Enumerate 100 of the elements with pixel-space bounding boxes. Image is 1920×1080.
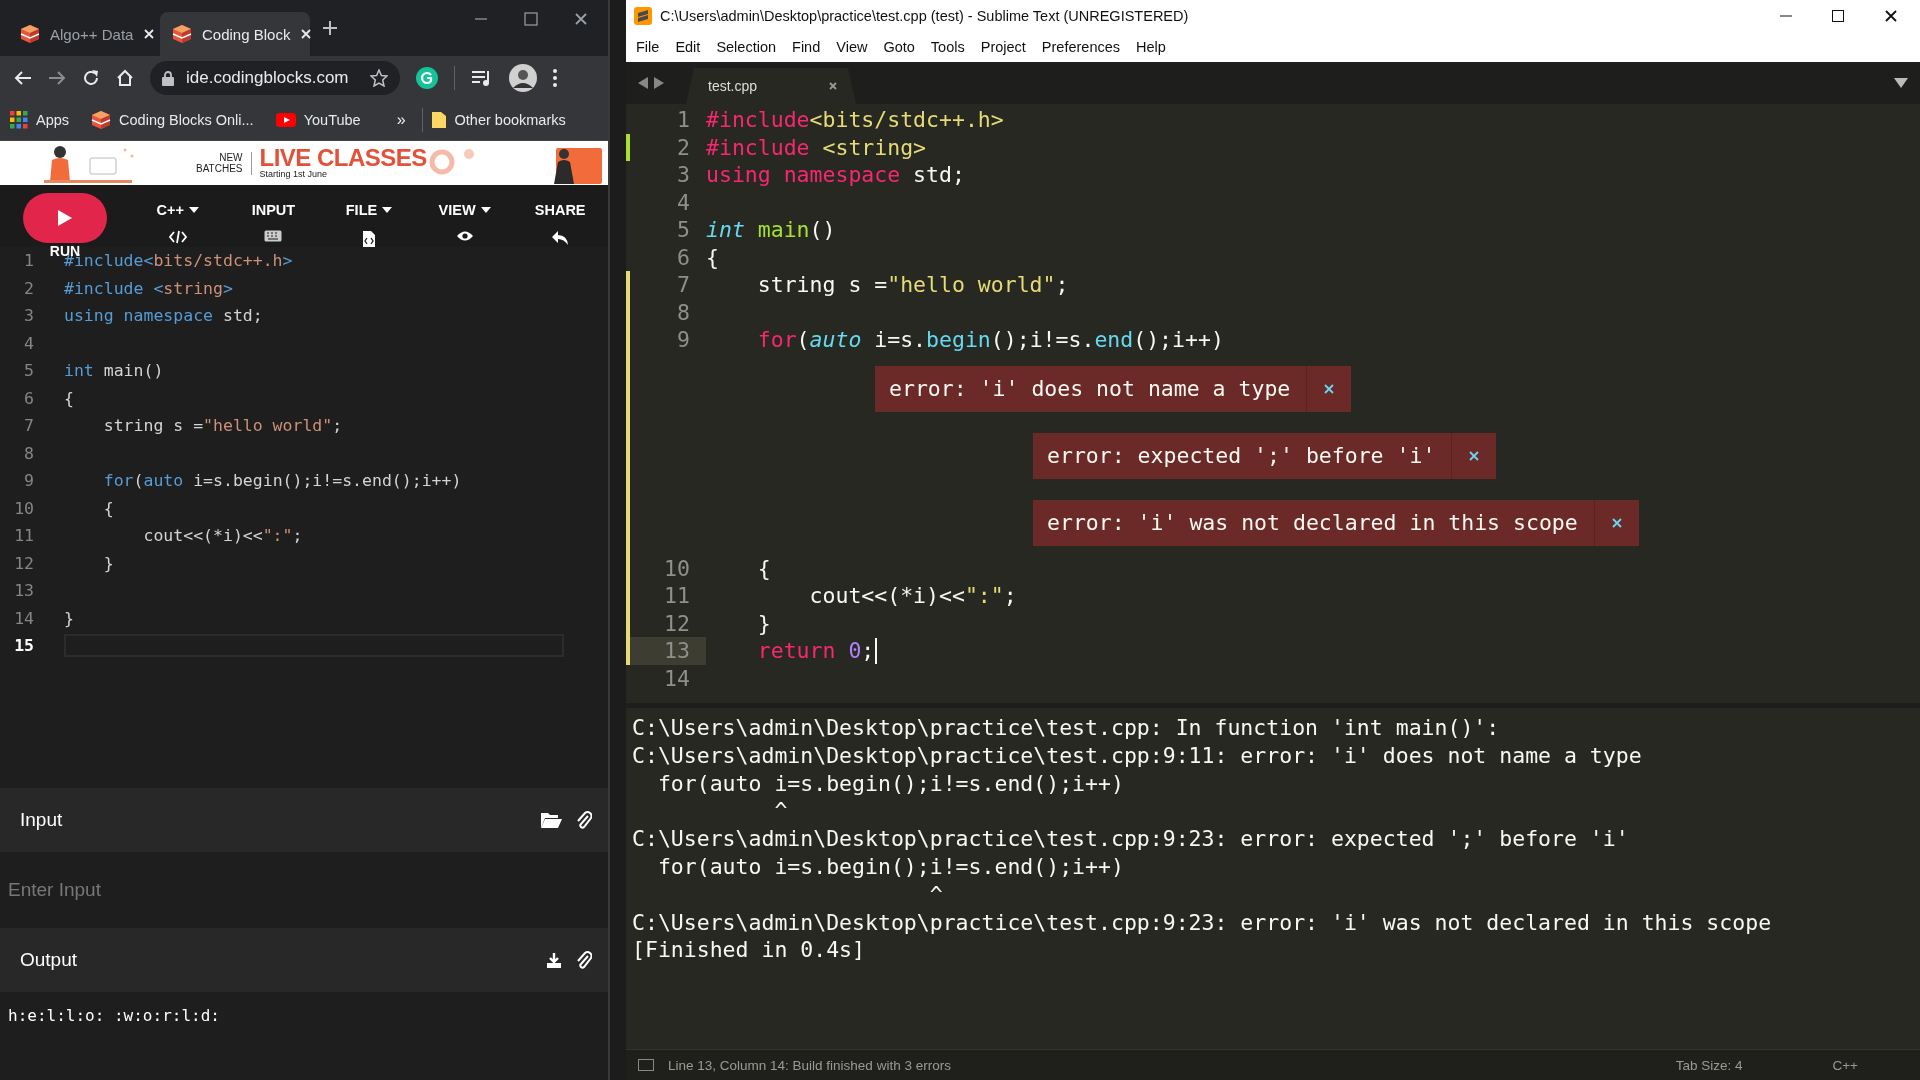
home-icon[interactable] [116,69,134,87]
back-arrow-icon[interactable] [14,70,32,86]
line-number: 9 [23,471,34,491]
inline-error-message: error: 'i' does not name a type [875,365,1352,412]
code-line: for(auto i=s.begin();i!=s.end();i++) [756,327,1224,353]
menu-item[interactable]: Edit [667,35,709,59]
code-line: #include <string> [64,278,233,298]
reply-arrow-icon [551,230,570,246]
editor-tab[interactable]: test.cpp [686,68,856,104]
extension-icon[interactable] [416,67,438,89]
keyboard-icon [264,230,283,242]
run-button[interactable] [23,193,107,243]
code-line: { [756,555,771,581]
panel-title: Input [20,809,64,831]
address-bar[interactable]: ide.codingblocks.com [150,61,400,95]
status-message: Line 13, Column 14: Build finished with 3 errors [668,1057,952,1073]
toolbar-menu-button[interactable]: C++ [130,185,226,245]
menu-item[interactable]: View [828,35,876,59]
line-number: 5 [23,361,34,381]
line-number: 2 [676,134,690,160]
window-title: C:\Users\admin\Desktop\practice\test.cpp (test) - Sublime Text (UNREGISTERED) [660,8,1190,24]
menu-item[interactable]: Selection [708,35,785,59]
folder-icon [430,111,447,129]
eye-icon [455,230,474,242]
open-folder-icon[interactable] [540,811,562,829]
code-line: { [102,498,114,518]
tab-forward-icon[interactable] [654,77,664,89]
line-number: 7 [676,272,690,298]
advertisement-banner[interactable]: NEW BATCHES LIVE CLASSES Starting 1st June [0,141,608,185]
line-number: 11 [13,526,34,546]
bookmark[interactable]: Coding Blocks Onli... [91,110,254,130]
favicon-icon [172,24,192,44]
play-logo-icon [275,113,296,127]
code-line: using namespace std; [706,162,965,188]
close-icon[interactable] [1884,9,1898,23]
code-line: return 0; [756,638,875,664]
menu-item[interactable]: Preferences [1033,35,1129,59]
line-number: 6 [676,244,690,270]
line-number: 11 [663,583,690,609]
syntax-indicator[interactable]: C++ [1832,1057,1858,1073]
menu-item[interactable]: Tools [922,35,973,59]
avatar-icon[interactable] [509,64,537,92]
code-line: string s ="hello world"; [756,272,1069,298]
menu-item[interactable]: Project [972,35,1034,59]
line-number: 7 [23,416,34,436]
line-number: 1 [676,107,690,133]
caret-icon [189,207,199,213]
bookmark[interactable]: YouTube [275,112,361,128]
paperclip-icon[interactable] [576,810,592,830]
menu-item[interactable]: File [628,35,668,59]
line-number: 4 [23,333,34,353]
inline-error-message: error: expected ';' before 'i' [1033,432,1497,479]
banner-subline: Starting 1st June [259,170,329,180]
line-number: 9 [676,327,690,353]
panel-title: Output [20,949,79,971]
forward-arrow-icon[interactable] [48,70,66,86]
caret-icon [480,207,491,213]
plus-icon[interactable] [322,20,338,36]
star-icon[interactable] [370,69,388,87]
close-icon[interactable] [574,12,588,26]
menu-item[interactable]: Help [1128,35,1174,59]
tab-back-icon[interactable] [638,77,648,89]
code-line: } [64,608,74,628]
build-output-line: [Finished in 0.4s] [632,937,865,963]
code-line: int main() [64,361,164,381]
line-number: 10 [13,498,34,518]
browser-tab[interactable]: Algo++ Data [8,12,158,56]
caret-icon [382,207,393,213]
dropdown-icon[interactable] [1894,78,1908,88]
menu-item[interactable]: Goto [875,35,923,59]
toolbar-menu-button[interactable]: FILE [321,185,417,249]
lock-icon [162,70,174,86]
bookmarks-overflow[interactable]: » [396,111,406,129]
reload-icon[interactable] [82,69,100,87]
apps-grid-icon [10,111,28,129]
panel-toggle-icon[interactable] [638,1059,654,1071]
code-line: } [756,610,771,636]
app-logo-icon [634,7,652,25]
code-line: for(auto i=s.begin();i!=s.end();i++) [102,471,462,491]
bookmark-folder[interactable]: Other bookmarks [430,111,566,129]
toolbar-menu-button[interactable]: INPUT [225,185,322,243]
bookmark[interactable]: Apps [10,111,70,129]
code-line: string s ="hello world"; [102,416,343,436]
download-icon[interactable] [546,952,562,968]
menu-item[interactable]: Find [784,35,829,59]
code-icon [168,230,187,244]
browser-tab[interactable]: Coding Block [160,12,310,56]
toolbar-menu-button[interactable]: SHARE [512,185,608,247]
paperclip-icon[interactable] [576,950,592,970]
tab-size-indicator[interactable]: Tab Size: 4 [1675,1057,1743,1073]
line-number: 6 [23,388,34,408]
toolbar-menu-button[interactable]: VIEW [416,185,513,243]
line-number: 4 [676,189,690,215]
maximize-icon[interactable] [1832,10,1844,22]
line-number: 5 [676,217,690,243]
build-output-line: ^ [928,881,943,907]
build-output-line: C:\Users\admin\Desktop\practice\test.cpp:9:23: error: expected ';' before 'i' [632,826,1629,852]
more-menu-icon[interactable] [553,69,557,87]
line-number: 12 [663,610,690,636]
code-line: int main() [706,217,836,243]
